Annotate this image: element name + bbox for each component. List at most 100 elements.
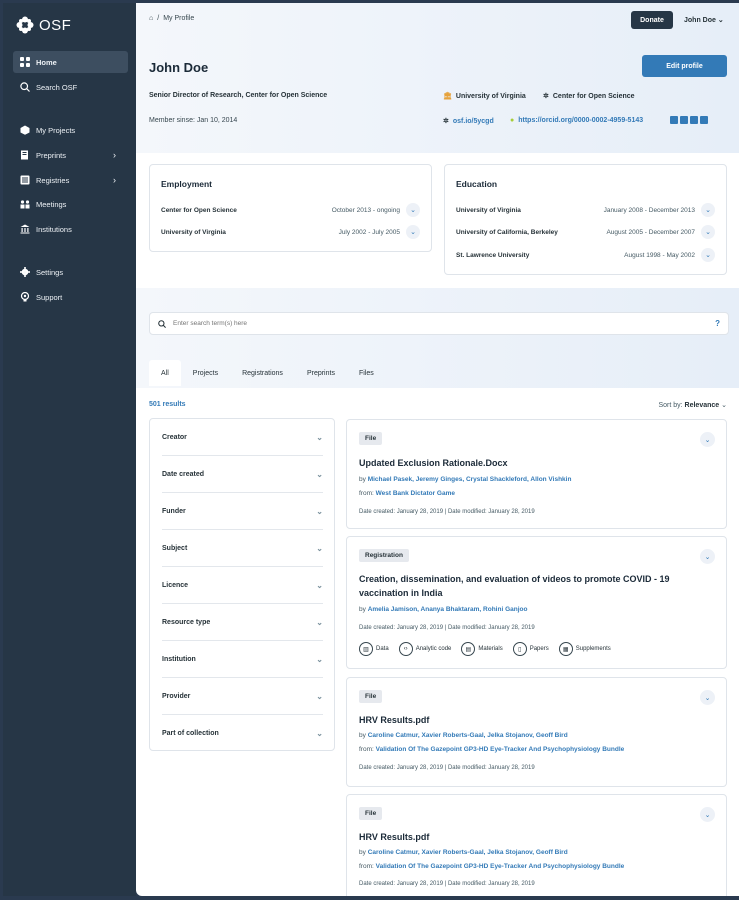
sidebar-item-meetings[interactable]: Meetings — [13, 193, 128, 215]
tab-files[interactable]: Files — [347, 360, 386, 386]
search-icon — [20, 82, 30, 92]
filter-panel: Creator ⌄ Date created ⌄ Funder ⌄ Subject ⌄ … — [149, 418, 335, 751]
sort-dropdown[interactable]: Sort by: Relevance ⌄ — [658, 401, 727, 409]
parent-project-link[interactable]: Validation Of The Gazepoint GP3-HD Eye-T… — [376, 863, 625, 870]
tab-registrations[interactable]: Registrations — [230, 360, 295, 386]
tab-preprints[interactable]: Preprints — [295, 360, 347, 386]
affiliation-label: University of Virginia — [455, 92, 526, 100]
sidebar-item-settings[interactable]: Settings — [13, 261, 128, 283]
resource-data[interactable]: ▥ Data — [359, 642, 389, 656]
osf-profile-link[interactable]: ✲ osf.io/5ycgd — [443, 117, 494, 126]
author-links[interactable]: Michael Pasek, Jeremy Ginges, Crystal Sh… — [368, 476, 572, 483]
institution-icon: 🏛 — [443, 93, 452, 100]
expand-chevron-icon[interactable]: ⌄ — [700, 807, 715, 822]
filter-label: Part of collection — [162, 730, 219, 737]
filter-institution[interactable]: Institution ⌄ — [162, 641, 323, 678]
filter-resource-type[interactable]: Resource type ⌄ — [162, 604, 323, 641]
result-card: File ⌄ HRV Results.pdf by Caroline Catmu… — [346, 794, 727, 896]
result-title[interactable]: Updated Exclusion Rationale.Docx — [359, 456, 709, 470]
author-links[interactable]: Amelia Jamison, Ananya Bhaktaram, Rohini… — [368, 606, 528, 613]
author-links[interactable]: Caroline Catmur, Xavier Roberts-Gaal, Je… — [368, 732, 568, 739]
home-icon[interactable]: ⌂ — [149, 15, 153, 22]
tab-all[interactable]: All — [149, 360, 181, 386]
preprints-icon — [21, 150, 28, 160]
result-title[interactable]: Creation, dissemination, and evaluation … — [359, 572, 709, 600]
filter-label: Date created — [162, 470, 205, 478]
donate-button[interactable]: Donate — [631, 11, 673, 29]
filter-funder[interactable]: Funder ⌄ — [162, 493, 323, 530]
edit-profile-button[interactable]: Edit profile — [642, 55, 727, 77]
chevron-down-icon: ⌄ — [316, 469, 323, 479]
expand-chevron-icon[interactable]: ⌄ — [700, 432, 715, 447]
filter-creator[interactable]: Creator ⌄ — [162, 419, 323, 456]
parent-project-link[interactable]: West Bank Dictator Game — [376, 490, 455, 497]
filter-date-created[interactable]: Date created ⌄ — [162, 456, 323, 493]
papers-icon: ▯ — [512, 642, 527, 656]
orcid-link[interactable]: ● https://orcid.org/0000-0002-4959-5143 — [510, 117, 643, 124]
result-dates: Date created: January 28, 2019 | Date mo… — [359, 881, 535, 887]
resource-supplements[interactable]: ▦ Supplements — [558, 642, 611, 656]
help-button[interactable]: ? — [715, 319, 720, 328]
parent-project-link[interactable]: Validation Of The Gazepoint GP3-HD Eye-T… — [376, 746, 625, 753]
sidebar-item-label: Home — [36, 57, 57, 67]
code-icon: ‹› — [398, 642, 413, 656]
expand-chevron-icon[interactable]: ⌄ — [406, 225, 420, 239]
affiliation-uva[interactable]: 🏛 University of Virginia — [443, 92, 526, 101]
github-icon[interactable] — [690, 116, 698, 124]
osf-logo-icon — [16, 16, 34, 34]
result-tabs: All Projects Registrations Preprints Fil… — [149, 360, 386, 386]
expand-chevron-icon[interactable]: ⌄ — [406, 203, 420, 217]
filter-provider[interactable]: Provider ⌄ — [162, 678, 323, 715]
profile-header: ⌂ / My Profile Donate John Doe ⌄ John Do… — [136, 3, 739, 153]
registries-icon — [20, 175, 30, 185]
gear-icon — [20, 267, 30, 277]
chevron-down-icon: ⌄ — [717, 17, 724, 24]
result-from: from: Validation Of The Gazepoint GP3-HD… — [359, 863, 625, 870]
result-title[interactable]: HRV Results.pdf — [359, 830, 709, 844]
result-from: from: West Bank Dictator Game — [359, 490, 455, 497]
resource-papers[interactable]: ▯ Papers — [512, 642, 549, 656]
user-menu[interactable]: John Doe ⌄ — [684, 16, 724, 24]
filter-label: Funder — [162, 507, 186, 515]
filter-label: Provider — [162, 692, 191, 700]
author-links[interactable]: Caroline Catmur, Xavier Roberts-Gaal, Je… — [368, 849, 568, 856]
filter-part-of-collection[interactable]: Part of collection ⌄ — [162, 715, 323, 752]
expand-chevron-icon[interactable]: ⌄ — [700, 549, 715, 564]
affiliation-label: Center for Open Science — [552, 92, 635, 100]
education-org: St. Lawrence University — [456, 251, 530, 259]
sidebar-item-label: My Projects — [36, 125, 76, 135]
profile-name: John Doe — [149, 60, 209, 75]
expand-chevron-icon[interactable]: ⌄ — [701, 225, 715, 239]
linkedin-icon[interactable] — [680, 116, 688, 124]
expand-chevron-icon[interactable]: ⌄ — [701, 248, 715, 262]
search-input[interactable] — [173, 320, 573, 327]
email-icon[interactable] — [700, 116, 708, 124]
sidebar-item-search[interactable]: Search OSF — [13, 76, 128, 98]
sidebar-item-my-projects[interactable]: My Projects — [13, 119, 128, 141]
chevron-down-icon: ⌄ — [316, 580, 323, 590]
employment-org: Center for Open Science — [161, 206, 237, 214]
result-title[interactable]: HRV Results.pdf — [359, 713, 709, 727]
sidebar-item-preprints[interactable]: Preprints › — [13, 144, 128, 166]
sidebar-item-support[interactable]: Support — [13, 286, 128, 308]
result-card: File ⌄ Updated Exclusion Rationale.Docx … — [346, 419, 727, 529]
result-card: Registration ⌄ Creation, dissemination, … — [346, 536, 727, 669]
result-dates: Date created: January 28, 2019 | Date mo… — [359, 765, 535, 771]
employment-heading: Employment — [161, 179, 213, 189]
sidebar-item-registries[interactable]: Registries › — [13, 169, 128, 191]
tab-projects[interactable]: Projects — [181, 360, 230, 386]
filter-licence[interactable]: Licence ⌄ — [162, 567, 323, 604]
sidebar-item-institutions[interactable]: Institutions — [13, 218, 128, 240]
sidebar-item-home[interactable]: Home — [13, 51, 128, 73]
result-authors: by Amelia Jamison, Ananya Bhaktaram, Roh… — [359, 606, 528, 613]
expand-chevron-icon[interactable]: ⌄ — [700, 690, 715, 705]
result-card: File ⌄ HRV Results.pdf by Caroline Catmu… — [346, 677, 727, 787]
expand-chevron-icon[interactable]: ⌄ — [701, 203, 715, 217]
employment-row: Center for Open Science October 2013 - o… — [161, 203, 420, 217]
resource-analytic-code[interactable]: ‹› Analytic code — [398, 642, 451, 656]
twitter-icon[interactable] — [670, 116, 678, 124]
osf-logo[interactable]: OSF — [15, 15, 71, 35]
affiliation-cos[interactable]: ✲ Center for Open Science — [543, 92, 635, 101]
filter-subject[interactable]: Subject ⌄ — [162, 530, 323, 567]
resource-materials[interactable]: ▤ Materials — [461, 642, 503, 656]
